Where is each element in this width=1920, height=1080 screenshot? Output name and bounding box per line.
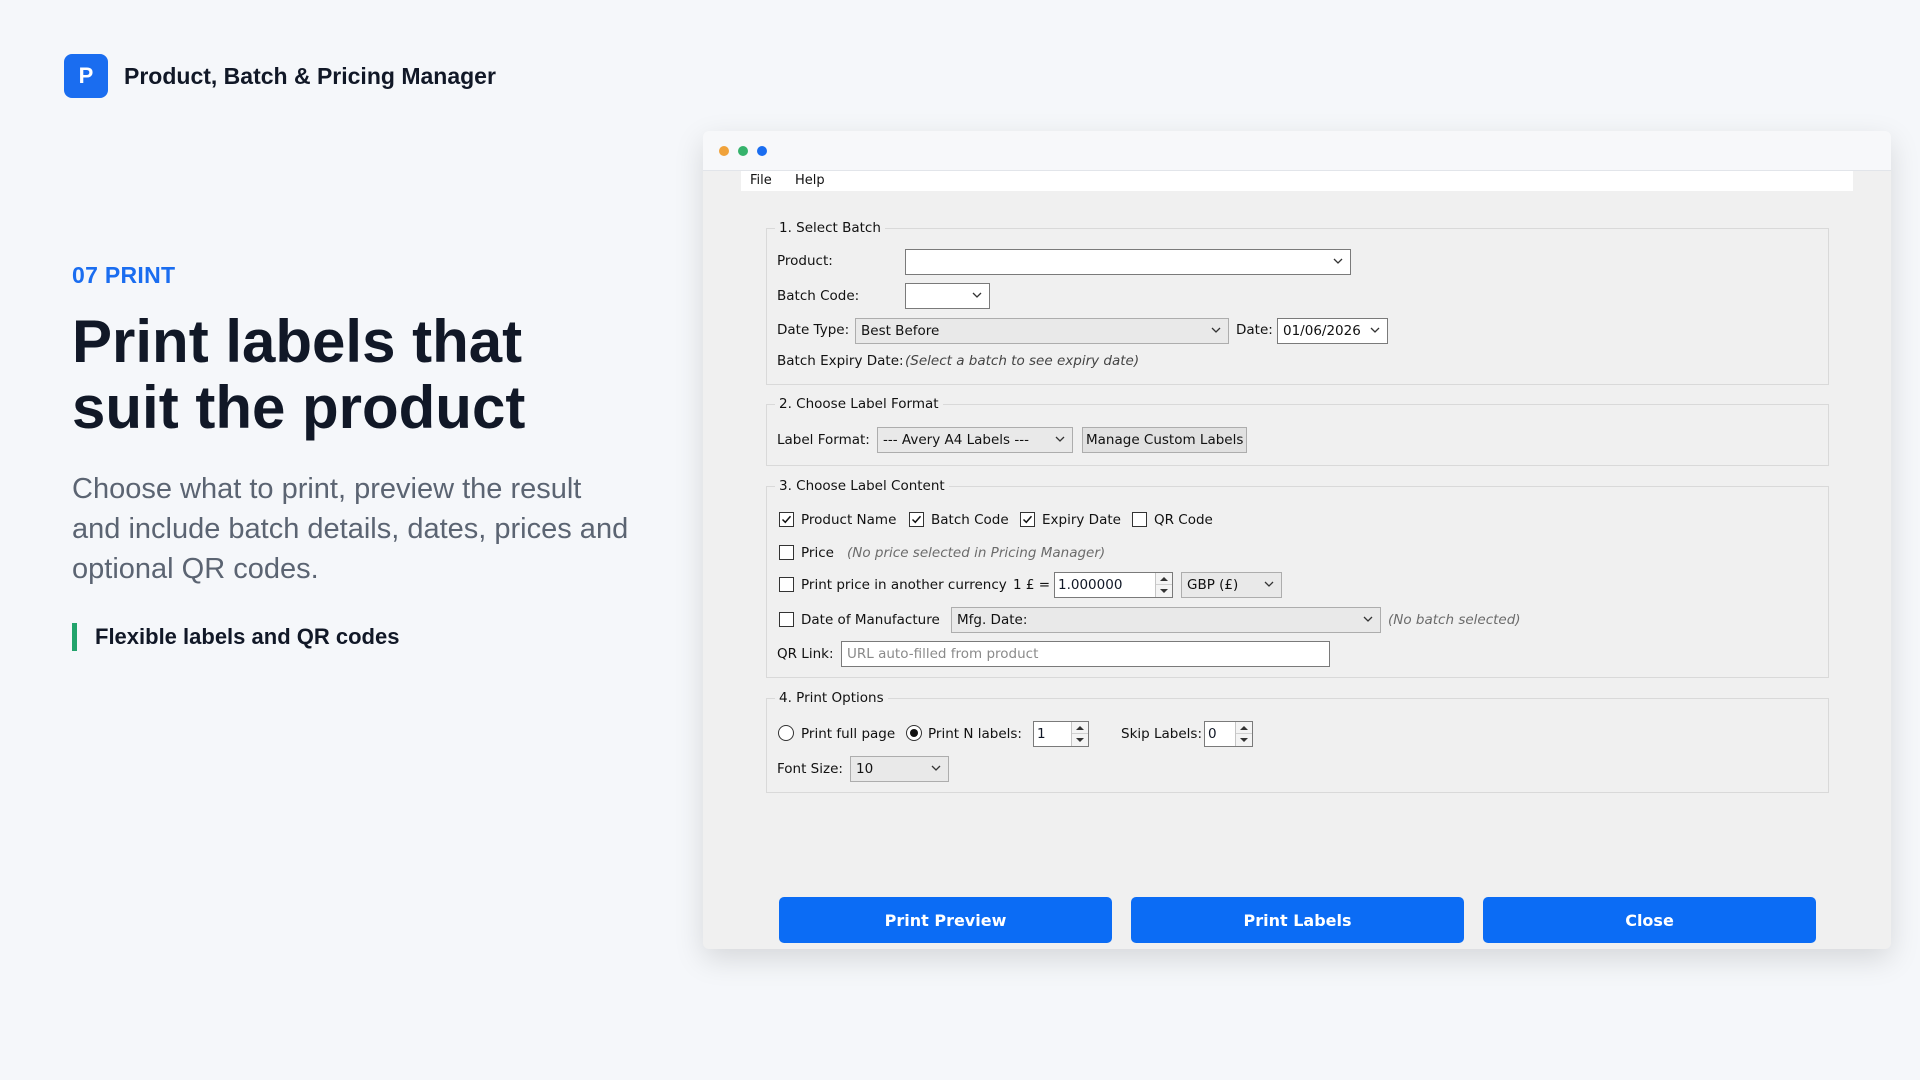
qr-code-checkbox[interactable] (1132, 512, 1147, 527)
select-batch-title: 1. Select Batch (775, 220, 885, 236)
expiry-date-label: Expiry Date (1042, 512, 1121, 528)
currency-checkbox[interactable] (779, 577, 794, 592)
manufacture-date-note: (No batch selected) (1388, 612, 1521, 628)
stepper-down-icon[interactable] (1072, 734, 1088, 746)
label-format-title: 2. Choose Label Format (775, 396, 943, 412)
menu-file[interactable]: File (750, 173, 772, 188)
stepper-up-icon[interactable] (1156, 573, 1172, 585)
product-name-label: Product Name (801, 512, 897, 528)
label-format-select[interactable]: --- Avery A4 Labels --- (877, 427, 1073, 453)
chevron-down-icon (931, 765, 941, 771)
stepper-up-icon[interactable] (1236, 722, 1252, 734)
label-content-title: 3. Choose Label Content (775, 478, 949, 494)
date-type-select[interactable]: Best Before (855, 318, 1229, 344)
checkmark-icon (1022, 515, 1033, 524)
chevron-down-icon (1264, 581, 1274, 587)
stepper-down-icon[interactable] (1156, 585, 1172, 597)
checkmark-icon (781, 515, 792, 524)
qr-link-field[interactable] (841, 641, 1330, 667)
chevron-down-icon (1370, 327, 1380, 333)
app-window: File Help 1. Select Batch Product: Batch… (703, 131, 1891, 949)
currency-rate-label: 1 £ = (1013, 577, 1051, 593)
subtext: Choose what to print, preview the result… (72, 473, 629, 585)
font-size-select[interactable]: 10 (850, 756, 949, 782)
close-button[interactable]: Close (1483, 897, 1816, 943)
qr-link-input[interactable] (842, 642, 1329, 666)
currency-rate-stepper[interactable]: 1.000000 (1054, 572, 1173, 598)
date-label: Date: (1236, 322, 1273, 338)
feature-callout: Flexible labels and QR codes (72, 623, 632, 651)
window-minimize-dot-icon[interactable] (738, 146, 748, 156)
print-full-page-radio[interactable] (778, 725, 794, 741)
font-size-label: Font Size: (777, 761, 843, 777)
manufacture-date-label: Date of Manufacture (801, 612, 940, 628)
menu-bar: File Help (741, 171, 1853, 191)
product-name-checkbox[interactable] (779, 512, 794, 527)
n-labels-stepper[interactable]: 1 (1033, 721, 1089, 747)
qr-link-label: QR Link: (777, 646, 834, 662)
product-label: Product: (777, 253, 833, 269)
batch-code-content-label: Batch Code (931, 512, 1009, 528)
window-close-dot-icon[interactable] (719, 146, 729, 156)
price-label: Price (801, 545, 834, 561)
print-options-title: 4. Print Options (775, 690, 888, 706)
brand-logo: P (64, 54, 108, 98)
stepper-down-icon[interactable] (1236, 734, 1252, 746)
batch-code-checkbox[interactable] (909, 512, 924, 527)
batch-expiry-label: Batch Expiry Date: (777, 353, 904, 369)
title-bar (703, 131, 1891, 171)
window-zoom-dot-icon[interactable] (757, 146, 767, 156)
date-type-label: Date Type: (777, 322, 850, 338)
chevron-down-icon (1055, 436, 1065, 442)
manufacture-date-select[interactable]: Mfg. Date: (951, 607, 1381, 633)
batch-code-label: Batch Code: (777, 288, 860, 304)
chevron-down-icon (1333, 258, 1343, 264)
chevron-down-icon (1211, 327, 1221, 333)
currency-select[interactable]: GBP (£) (1181, 572, 1282, 598)
print-full-page-label: Print full page (801, 726, 896, 742)
manage-custom-labels-button[interactable]: Manage Custom Labels (1082, 427, 1248, 453)
print-options-group: 4. Print Options Print full page Print N… (766, 690, 1829, 793)
stepper-up-icon[interactable] (1072, 722, 1088, 734)
skip-labels-label: Skip Labels: (1121, 726, 1202, 742)
chevron-down-icon (1363, 616, 1373, 622)
chevron-down-icon (972, 292, 982, 298)
print-n-labels-label: Print N labels: (928, 726, 1022, 742)
expiry-date-checkbox[interactable] (1020, 512, 1035, 527)
currency-label: Print price in another currency (801, 577, 1007, 593)
manufacture-date-checkbox[interactable] (779, 612, 794, 627)
product-select[interactable] (905, 249, 1351, 275)
menu-help[interactable]: Help (795, 173, 825, 188)
qr-code-label: QR Code (1154, 512, 1213, 528)
headline: Print labels that suit the product (72, 308, 526, 441)
print-labels-button[interactable]: Print Labels (1131, 897, 1464, 943)
checkmark-icon (911, 515, 922, 524)
label-format-label: Label Format: (777, 432, 870, 448)
price-note: (No price selected in Pricing Manager) (847, 545, 1106, 561)
brand-name: Product, Batch & Pricing Manager (124, 62, 496, 89)
batch-code-select[interactable] (905, 283, 990, 309)
label-format-group: 2. Choose Label Format Label Format: ---… (766, 396, 1829, 466)
price-checkbox[interactable] (779, 545, 794, 560)
brand: P Product, Batch & Pricing Manager (64, 54, 496, 98)
label-content-group: 3. Choose Label Content Product Name Bat… (766, 478, 1829, 678)
print-preview-button[interactable]: Print Preview (779, 897, 1112, 943)
print-n-labels-radio[interactable] (906, 725, 922, 741)
select-batch-group: 1. Select Batch Product: Batch Code: Dat… (766, 220, 1829, 385)
date-picker[interactable]: 01/06/2026 (1277, 318, 1388, 344)
section-kicker: 07 PRINT (72, 262, 176, 288)
hero: 07 PRINT Print labels that suit the prod… (72, 262, 632, 651)
batch-expiry-value: (Select a batch to see expiry date) (905, 353, 1140, 369)
skip-labels-stepper[interactable]: 0 (1204, 721, 1253, 747)
